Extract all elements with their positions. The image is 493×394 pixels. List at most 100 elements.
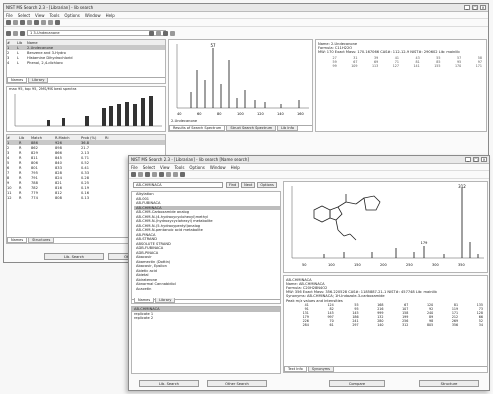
back-arrow-icon[interactable] bbox=[166, 172, 171, 177]
tab-text-info[interactable]: Text Info bbox=[284, 367, 307, 372]
hit-row[interactable]: 1 L 2-Undecanone bbox=[7, 45, 165, 50]
lib-search-button[interactable]: Lib. Search bbox=[139, 380, 199, 387]
minimize-button[interactable]: _ bbox=[465, 157, 471, 162]
other-search-button[interactable]: Other Search bbox=[207, 380, 267, 387]
tab-synonyms[interactable]: Synonyms bbox=[307, 367, 335, 372]
options-button[interactable]: Options bbox=[257, 182, 277, 188]
menu-select[interactable]: Select bbox=[143, 165, 155, 170]
tab-structures[interactable]: Structures bbox=[28, 238, 55, 243]
col-header-name[interactable]: Name bbox=[27, 41, 165, 45]
menu-options[interactable]: Options bbox=[189, 165, 204, 170]
table-cell: R bbox=[19, 155, 22, 160]
close-button[interactable]: × bbox=[481, 157, 487, 162]
hit-lib: L bbox=[17, 45, 20, 50]
tab-lib-info[interactable]: Lib Info bbox=[277, 126, 298, 131]
x-tick: 140 bbox=[277, 112, 284, 116]
search-icon[interactable] bbox=[159, 172, 164, 177]
chart-icon[interactable] bbox=[163, 30, 168, 36]
table-cell: 12 bbox=[7, 195, 12, 200]
lib-search-button[interactable]: Lib. Search bbox=[44, 253, 104, 260]
col-header[interactable]: Match bbox=[31, 136, 55, 140]
info-tabs: Text Info Synonyms bbox=[284, 366, 487, 372]
grid-icon[interactable] bbox=[156, 30, 161, 36]
table-cell: R bbox=[19, 190, 22, 195]
col-header[interactable]: Lib bbox=[19, 136, 31, 140]
maximize-button[interactable]: □ bbox=[472, 5, 478, 10]
tab-names[interactable]: Names bbox=[134, 298, 155, 303]
compare-button[interactable]: Compare bbox=[329, 380, 385, 387]
search-box[interactable]: 1 3-Undecanone bbox=[27, 30, 166, 36]
menu-help[interactable]: Help bbox=[106, 13, 115, 18]
table-cell: 0.19 bbox=[81, 185, 90, 190]
help-icon[interactable] bbox=[180, 172, 185, 177]
col-header-lib[interactable]: Lib bbox=[17, 41, 27, 45]
table-cell: 886 bbox=[31, 140, 38, 145]
save-icon[interactable] bbox=[13, 20, 18, 25]
zoom-icon[interactable] bbox=[149, 30, 154, 36]
table-cell: 862 bbox=[31, 145, 38, 150]
print-icon[interactable] bbox=[20, 20, 25, 25]
search-icon[interactable] bbox=[34, 20, 39, 25]
hit-row[interactable]: 2 L Benzene and 3-Hydro bbox=[7, 50, 165, 55]
print-icon[interactable] bbox=[145, 172, 150, 177]
menu-select[interactable]: Select bbox=[18, 13, 30, 18]
list-item[interactable]: Acacetin bbox=[134, 287, 280, 292]
peak-cell: 34 bbox=[478, 323, 483, 327]
tab-names-bottom[interactable]: Names bbox=[7, 238, 28, 243]
hit-lib: L bbox=[17, 55, 20, 60]
col-header[interactable]: Prob (%) bbox=[81, 136, 105, 140]
tab-library[interactable]: Library bbox=[155, 298, 176, 303]
table-cell: R bbox=[19, 145, 22, 150]
menu-window[interactable]: Window bbox=[210, 165, 226, 170]
save-icon[interactable] bbox=[138, 172, 143, 177]
tab-struct-search[interactable]: Struct Search Spectrum bbox=[226, 126, 277, 131]
filter-icon[interactable] bbox=[13, 30, 18, 36]
tab-names[interactable]: Names bbox=[7, 78, 28, 83]
window-title: NIST MS Search 2.3 - [Librarian] - lib s… bbox=[131, 157, 249, 162]
hit-row[interactable]: 4 L Phenol, 2,4-dichloro bbox=[7, 60, 165, 65]
table-cell: R bbox=[19, 195, 22, 200]
structure-button[interactable]: Structure bbox=[419, 380, 479, 387]
tab-results-spectrum[interactable]: Results of Search Spectrum bbox=[169, 126, 226, 131]
hit-row[interactable]: 3 L Histamine Dihydrochlorid bbox=[7, 55, 165, 60]
found-item[interactable]: replicate 2 bbox=[132, 316, 280, 321]
back-arrow-icon[interactable] bbox=[41, 20, 46, 25]
menu-window[interactable]: Window bbox=[85, 13, 101, 18]
table-cell: 926 bbox=[55, 140, 62, 145]
forward-arrow-icon[interactable] bbox=[48, 20, 53, 25]
close-button[interactable]: × bbox=[480, 5, 486, 10]
find-button[interactable]: Find bbox=[226, 182, 240, 188]
col-header[interactable]: Ri bbox=[105, 136, 165, 140]
sort-icon[interactable] bbox=[20, 30, 25, 36]
maximize-button[interactable]: □ bbox=[473, 157, 479, 162]
table-cell: 0.41 bbox=[81, 165, 90, 170]
settings-icon[interactable] bbox=[6, 30, 11, 36]
menu-file[interactable]: File bbox=[131, 165, 138, 170]
table-cell: 866 bbox=[55, 150, 62, 155]
table-cell: 0.33 bbox=[81, 170, 90, 175]
next-button[interactable]: Next bbox=[241, 182, 256, 188]
menu-file[interactable]: File bbox=[6, 13, 13, 18]
col-header[interactable]: # bbox=[7, 136, 19, 140]
x-tick: 150 bbox=[354, 263, 361, 267]
menu-help[interactable]: Help bbox=[231, 165, 240, 170]
menu-view[interactable]: View bbox=[160, 165, 170, 170]
minimize-button[interactable]: _ bbox=[464, 5, 470, 10]
tab-library[interactable]: Library bbox=[28, 78, 49, 83]
help-icon[interactable] bbox=[55, 20, 60, 25]
menu-options[interactable]: Options bbox=[64, 13, 79, 18]
table-icon[interactable] bbox=[170, 30, 175, 36]
col-header-num[interactable]: # bbox=[7, 41, 17, 45]
copy-icon[interactable] bbox=[27, 20, 32, 25]
open-icon[interactable] bbox=[6, 20, 11, 25]
forward-arrow-icon[interactable] bbox=[173, 172, 178, 177]
menu-tools[interactable]: Tools bbox=[175, 165, 185, 170]
menu-view[interactable]: View bbox=[35, 13, 45, 18]
open-icon[interactable] bbox=[131, 172, 136, 177]
peak-cell: 61 bbox=[329, 323, 334, 327]
copy-icon[interactable] bbox=[152, 172, 157, 177]
col-header[interactable]: R.Match bbox=[55, 136, 81, 140]
table-cell: R bbox=[19, 160, 22, 165]
name-search-input[interactable]: AB-CHMINACA bbox=[133, 182, 223, 188]
menu-tools[interactable]: Tools bbox=[50, 13, 60, 18]
